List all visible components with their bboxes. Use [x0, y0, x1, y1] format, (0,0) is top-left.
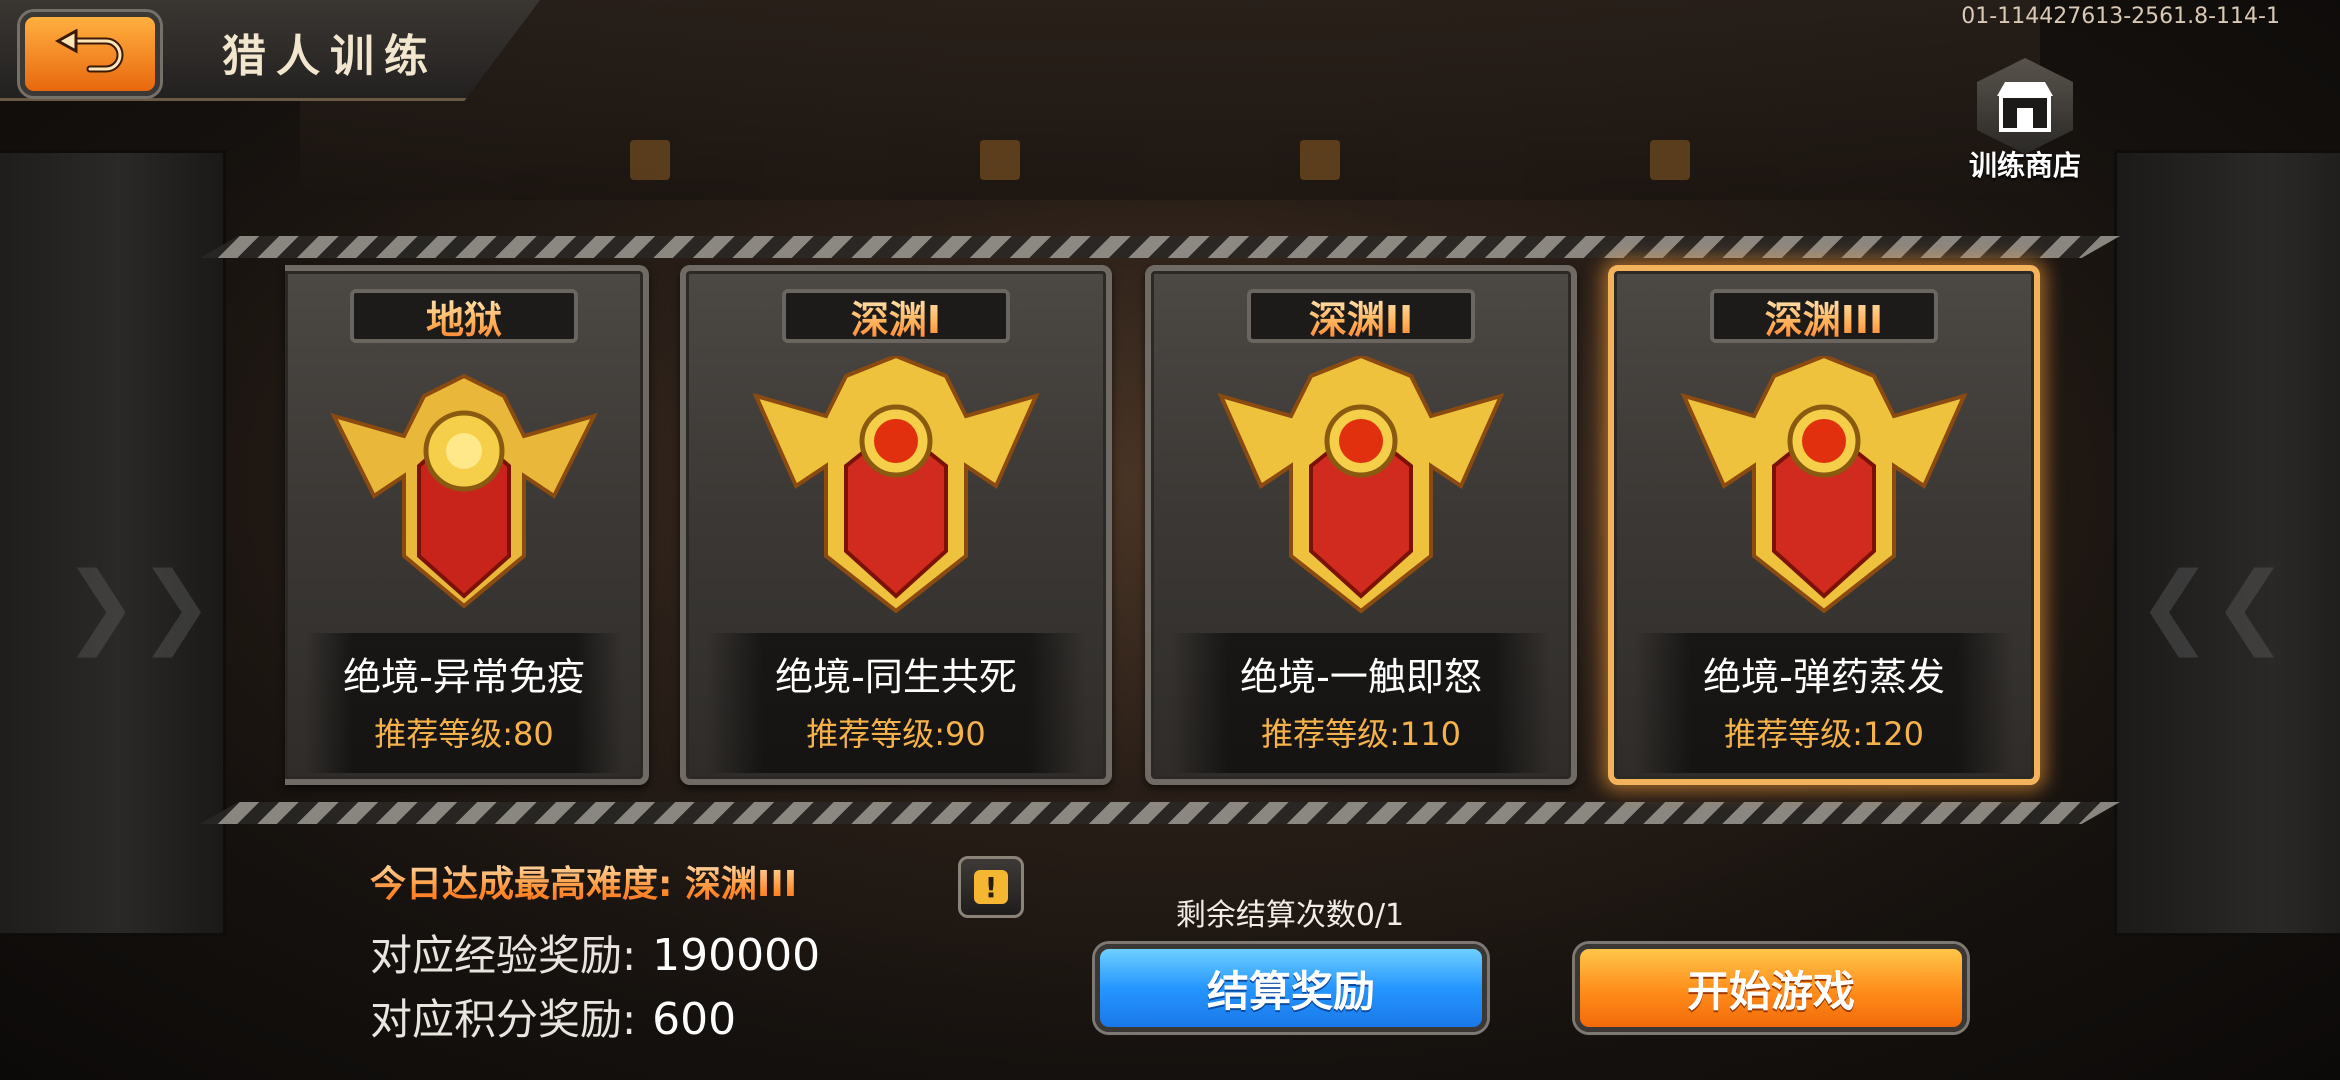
info-icon: !	[974, 870, 1008, 904]
card-tab: 地狱	[350, 289, 578, 343]
points-reward-label: 对应积分奖励:	[370, 995, 637, 1044]
exp-reward-label: 对应经验奖励:	[370, 931, 637, 980]
start-game-button[interactable]: 开始游戏	[1575, 944, 1967, 1032]
info-button[interactable]: !	[958, 856, 1024, 918]
difficulty-card-hell[interactable]: 地狱 绝境-异常免疫 推荐等级:80	[285, 265, 649, 785]
card-level: 推荐等级:90	[806, 715, 986, 753]
difficulty-card-abyss-2[interactable]: 深渊II 绝境-一触即怒 推荐等级:110	[1145, 265, 1577, 785]
background-ceiling	[300, 0, 2040, 200]
training-shop-button[interactable]: 训练商店	[1950, 58, 2100, 188]
card-name: 绝境-弹药蒸发	[1703, 655, 1945, 699]
card-tab: 深渊II	[1247, 289, 1475, 343]
background-door-right: ❮❮	[2114, 150, 2340, 936]
remaining-settlements: 剩余结算次数0/1	[1175, 898, 1405, 933]
hazard-stripe-bottom	[200, 802, 2120, 824]
difficulty-card-abyss-3[interactable]: 深渊III 绝境-弹药蒸发 推荐等级:120	[1608, 265, 2040, 785]
ceiling-light	[1650, 140, 1690, 180]
ceiling-light	[1300, 140, 1340, 180]
card-name: 绝境-异常免疫	[343, 655, 585, 699]
background-door-left: ❯❯	[0, 150, 226, 936]
card-name: 绝境-同生共死	[775, 655, 1017, 699]
exp-reward-row: 对应经验奖励: 190000	[370, 922, 820, 983]
best-difficulty-today: 今日达成最高难度: 深渊III	[370, 855, 797, 907]
ceiling-light	[980, 140, 1020, 180]
card-level: 推荐等级:110	[1261, 715, 1461, 753]
card-tab: 深渊III	[1710, 289, 1938, 343]
emblem-abyss-icon	[1217, 356, 1505, 614]
difficulty-card-abyss-1[interactable]: 深渊I 绝境-同生共死 推荐等级:90	[680, 265, 1112, 785]
exp-reward-value: 190000	[652, 930, 821, 981]
shop-icon	[1977, 58, 2073, 154]
emblem-hell-icon	[330, 373, 598, 609]
emblem-abyss-icon	[752, 356, 1040, 614]
ceiling-light	[630, 140, 670, 180]
chevron-left-icon: ❮❮	[2137, 553, 2288, 658]
hazard-stripe-top	[200, 236, 2120, 258]
settle-rewards-button[interactable]: 结算奖励	[1095, 944, 1487, 1032]
emblem-abyss-icon	[1680, 356, 1968, 614]
card-name: 绝境-一触即怒	[1240, 655, 1482, 699]
chevron-right-icon: ❯❯	[63, 553, 214, 658]
points-reward-row: 对应积分奖励: 600	[370, 986, 736, 1047]
back-button[interactable]	[20, 12, 160, 96]
card-level: 推荐等级:120	[1724, 715, 1924, 753]
card-tab: 深渊I	[782, 289, 1010, 343]
back-arrow-icon	[54, 29, 124, 73]
card-level: 推荐等级:80	[374, 715, 554, 753]
points-reward-value: 600	[652, 994, 737, 1045]
page-title: 猎人训练	[222, 31, 438, 82]
build-id: 01-114427613-2561.8-114-1	[1961, 4, 2280, 29]
